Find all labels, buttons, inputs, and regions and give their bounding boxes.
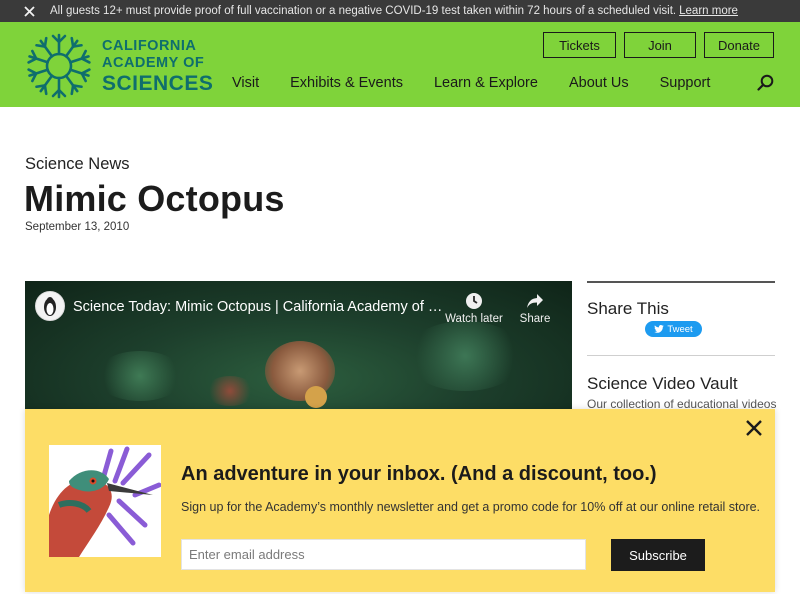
- main-nav: Visit Exhibits & Events Learn & Explore …: [232, 75, 741, 91]
- watch-later-label: Watch later: [445, 313, 503, 325]
- article-category: Science News: [25, 155, 130, 173]
- newsletter-popup: An adventure in your inbox. (And a disco…: [25, 409, 775, 592]
- share-label: Share: [519, 313, 551, 325]
- share-video-button[interactable]: Share: [517, 291, 553, 325]
- share-this-heading: Share This: [587, 299, 669, 318]
- bird-illustration: [49, 445, 161, 557]
- join-button[interactable]: Join: [624, 32, 696, 58]
- header-action-buttons: Tickets Join Donate: [543, 32, 774, 58]
- email-field[interactable]: [181, 539, 586, 570]
- video-vault-heading[interactable]: Science Video Vault: [587, 374, 738, 394]
- nav-item-learn-explore[interactable]: Learn & Explore: [434, 75, 538, 91]
- nav-item-exhibits-events[interactable]: Exhibits & Events: [290, 75, 403, 91]
- donate-button[interactable]: Donate: [704, 32, 774, 58]
- share-arrow-icon: [517, 291, 553, 311]
- twitter-bird-icon: [654, 325, 665, 333]
- article-date: September 13, 2010: [25, 221, 130, 233]
- nav-item-support[interactable]: Support: [660, 75, 711, 91]
- penguin-avatar-icon[interactable]: [35, 291, 65, 321]
- tweet-label: Tweet: [667, 323, 693, 335]
- video-title[interactable]: Science Today: Mimic Octopus | Californi…: [73, 299, 443, 315]
- close-icon[interactable]: [745, 419, 765, 439]
- newsletter-heading: An adventure in your inbox. (And a disco…: [181, 463, 657, 485]
- logo-line-3: SCIENCES: [102, 71, 214, 95]
- academy-logo[interactable]: CALIFORNIA ACADEMY OF SCIENCES: [24, 31, 213, 101]
- page-title: Mimic Octopus: [24, 178, 285, 219]
- clock-icon: [445, 291, 503, 311]
- search-icon[interactable]: [757, 74, 777, 94]
- site-header: CALIFORNIA ACADEMY OF SCIENCES Tickets J…: [0, 22, 800, 107]
- video-player[interactable]: Science Today: Mimic Octopus | Californi…: [25, 281, 572, 421]
- logo-wordmark: CALIFORNIA ACADEMY OF SCIENCES: [102, 37, 214, 95]
- logo-line-1: CALIFORNIA: [102, 37, 197, 54]
- logo-line-2: ACADEMY OF: [102, 55, 205, 71]
- sidebar-divider-top: [587, 281, 775, 283]
- alert-close-icon[interactable]: [18, 0, 40, 22]
- watch-later-button[interactable]: Watch later: [445, 291, 503, 325]
- nav-item-visit[interactable]: Visit: [232, 75, 259, 91]
- alert-learn-more-link[interactable]: Learn more: [679, 5, 738, 17]
- sidebar-divider: [587, 355, 775, 356]
- covid-alert-bar: All guests 12+ must provide proof of ful…: [0, 0, 800, 22]
- subscribe-button[interactable]: Subscribe: [611, 539, 705, 571]
- tickets-button[interactable]: Tickets: [543, 32, 616, 58]
- newsletter-subtext: Sign up for the Academy’s monthly newsle…: [181, 500, 761, 514]
- nav-item-about-us[interactable]: About Us: [569, 75, 629, 91]
- alert-text: All guests 12+ must provide proof of ful…: [50, 5, 677, 17]
- logo-sunburst-icon: [26, 33, 92, 99]
- tweet-button[interactable]: Tweet: [645, 321, 702, 337]
